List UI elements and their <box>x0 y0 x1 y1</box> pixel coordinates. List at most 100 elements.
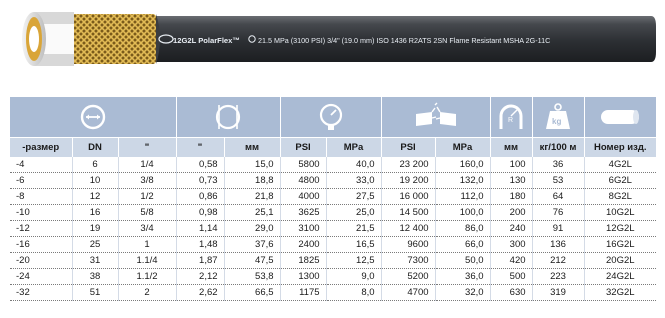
cell-size: -16 <box>10 236 72 253</box>
cell-psi-working: 1825 <box>279 252 327 269</box>
cell-mpa-burst: 32,0 <box>434 284 491 301</box>
cell-mpa-burst: 50,0 <box>434 252 491 269</box>
cell-size: -24 <box>10 268 72 285</box>
cell-psi-working: 1300 <box>279 268 327 285</box>
cell-mpa-working: 33,0 <box>325 172 382 189</box>
table-row: -16 25 1 1,48 37,6 2400 16,5 9600 66,0 300 136 16G2… <box>10 236 657 253</box>
icon-cell-part-number <box>583 97 657 138</box>
icon-cell-diameter <box>175 97 281 138</box>
cell-mm-od: 21,8 <box>223 188 281 205</box>
cell-psi-burst: 23 200 <box>380 157 436 173</box>
col-header-mm-od: мм <box>223 137 281 157</box>
table-row: -24 38 1.1/2 2,12 53,8 1300 9,0 5200 36,0 500 223 2… <box>10 268 657 285</box>
cell-size: -4 <box>10 157 72 173</box>
cell-inch-od: 1,14 <box>175 220 225 237</box>
burst-hose-icon <box>415 102 456 126</box>
cell-inch-od: 0,86 <box>175 188 225 205</box>
icon-cell-size <box>10 97 177 138</box>
icon-header-row: R kg <box>10 97 657 138</box>
cell-size: -6 <box>10 172 72 189</box>
cell-inch-nominal: 1/4 <box>117 157 177 173</box>
cell-mm-od: 18,8 <box>223 172 281 189</box>
cell-dn: 16 <box>71 204 118 221</box>
cell-part-number: 16G2L <box>583 236 657 253</box>
table-row: -4 6 1/4 0,58 15,0 5800 40,0 23 200 160,0 100 36 4G… <box>10 157 657 173</box>
cell-dn: 19 <box>71 220 118 237</box>
svg-text:kg: kg <box>552 117 561 126</box>
cell-weight: 223 <box>531 268 585 285</box>
cell-mm-od: 53,8 <box>223 268 281 285</box>
cell-psi-working: 3625 <box>279 204 327 221</box>
cell-psi-burst: 5200 <box>380 268 436 285</box>
table-row: -8 12 1/2 0,86 21,8 4000 27,5 16 000 112,0 180 64 8… <box>10 188 657 205</box>
cell-mpa-burst: 100,0 <box>434 204 491 221</box>
cell-part-number: 6G2L <box>583 172 657 189</box>
cell-weight: 91 <box>531 220 585 237</box>
svg-text:R: R <box>508 117 513 124</box>
col-header-psi-burst: PSI <box>380 137 436 157</box>
cell-inch-od: 0,98 <box>175 204 225 221</box>
cell-bend-radius: 240 <box>489 220 533 237</box>
col-header-bend-radius: мм <box>489 137 533 157</box>
cell-bend-radius: 300 <box>489 236 533 253</box>
cell-bend-radius: 180 <box>489 188 533 205</box>
icon-cell-weight: kg <box>531 97 585 138</box>
cell-part-number: 4G2L <box>583 157 657 173</box>
cell-inch-nominal: 1/2 <box>117 188 177 205</box>
cell-mm-od: 15,0 <box>223 157 281 173</box>
cell-psi-burst: 7300 <box>380 252 436 269</box>
cell-psi-working: 4800 <box>279 172 327 189</box>
cell-inch-nominal: 1 <box>117 236 177 253</box>
cell-mm-od: 25,1 <box>223 204 281 221</box>
cell-weight: 136 <box>531 236 585 253</box>
hose-section-icon <box>215 104 241 130</box>
cell-dn: 51 <box>71 284 118 301</box>
cell-psi-working: 2400 <box>279 236 327 253</box>
cell-mm-od: 37,6 <box>223 236 281 253</box>
col-header-weight: кг/100 м <box>531 137 585 157</box>
bend-radius-icon: R <box>499 104 523 129</box>
cell-size: -10 <box>10 204 72 221</box>
cell-inch-nominal: 2 <box>117 284 177 301</box>
hose-brand-label: 12G2L PolarFlex™ <box>173 36 240 45</box>
cell-weight: 36 <box>531 157 585 173</box>
cell-bend-radius: 130 <box>489 172 533 189</box>
cell-mm-od: 66,5 <box>223 284 281 301</box>
column-header-row: -размер DN " " мм PSI MPa PSI MPa мм кг/… <box>10 137 657 157</box>
cell-dn: 31 <box>71 252 118 269</box>
cell-mpa-burst: 86,0 <box>434 220 491 237</box>
cell-psi-working: 4000 <box>279 188 327 205</box>
cell-mpa-burst: 66,0 <box>434 236 491 253</box>
cell-part-number: 10G2L <box>583 204 657 221</box>
table-row: -6 10 3/8 0,73 18,8 4800 33,0 19 200 132,0 130 53 6… <box>10 172 657 189</box>
cell-dn: 38 <box>71 268 118 285</box>
col-header-part-number: Номер изд. <box>583 137 657 157</box>
table-row: -32 51 2 2,62 66,5 1175 8,0 4700 32,0 630 319 32G2L <box>10 284 657 301</box>
cell-bend-radius: 100 <box>489 157 533 173</box>
cell-mpa-burst: 36,0 <box>434 268 491 285</box>
cell-psi-burst: 12 400 <box>380 220 436 237</box>
cell-mpa-burst: 112,0 <box>434 188 491 205</box>
table-row: -12 19 3/4 1,14 29,0 3100 21,5 12 400 86,0 240 91 1… <box>10 220 657 237</box>
cell-size: -20 <box>10 252 72 269</box>
icon-cell-bend-radius: R <box>489 97 533 138</box>
cell-inch-nominal: 1.1/2 <box>117 268 177 285</box>
cell-mpa-working: 21,5 <box>325 220 382 237</box>
cell-size: -8 <box>10 188 72 205</box>
cell-inch-od: 0,58 <box>175 157 225 173</box>
cell-weight: 64 <box>531 188 585 205</box>
cell-mm-od: 29,0 <box>223 220 281 237</box>
cell-mpa-burst: 160,0 <box>434 157 491 173</box>
cell-part-number: 8G2L <box>583 188 657 205</box>
cell-size: -12 <box>10 220 72 237</box>
icon-cell-working-pressure <box>279 97 382 138</box>
cell-mpa-working: 40,0 <box>325 157 382 173</box>
cell-psi-burst: 19 200 <box>380 172 436 189</box>
table-row: -20 31 1.1/4 1,87 47,5 1825 12,5 7300 50,0 420 212… <box>10 252 657 269</box>
cell-mpa-working: 8,0 <box>325 284 382 301</box>
col-header-psi-working: PSI <box>279 137 327 157</box>
cell-part-number: 12G2L <box>583 220 657 237</box>
hose-banner: 12G2L PolarFlex™ 21.5 MPa (3100 PSI) 3/4… <box>6 10 656 66</box>
hose-part-icon <box>601 110 640 124</box>
cell-mpa-working: 12,5 <box>325 252 382 269</box>
